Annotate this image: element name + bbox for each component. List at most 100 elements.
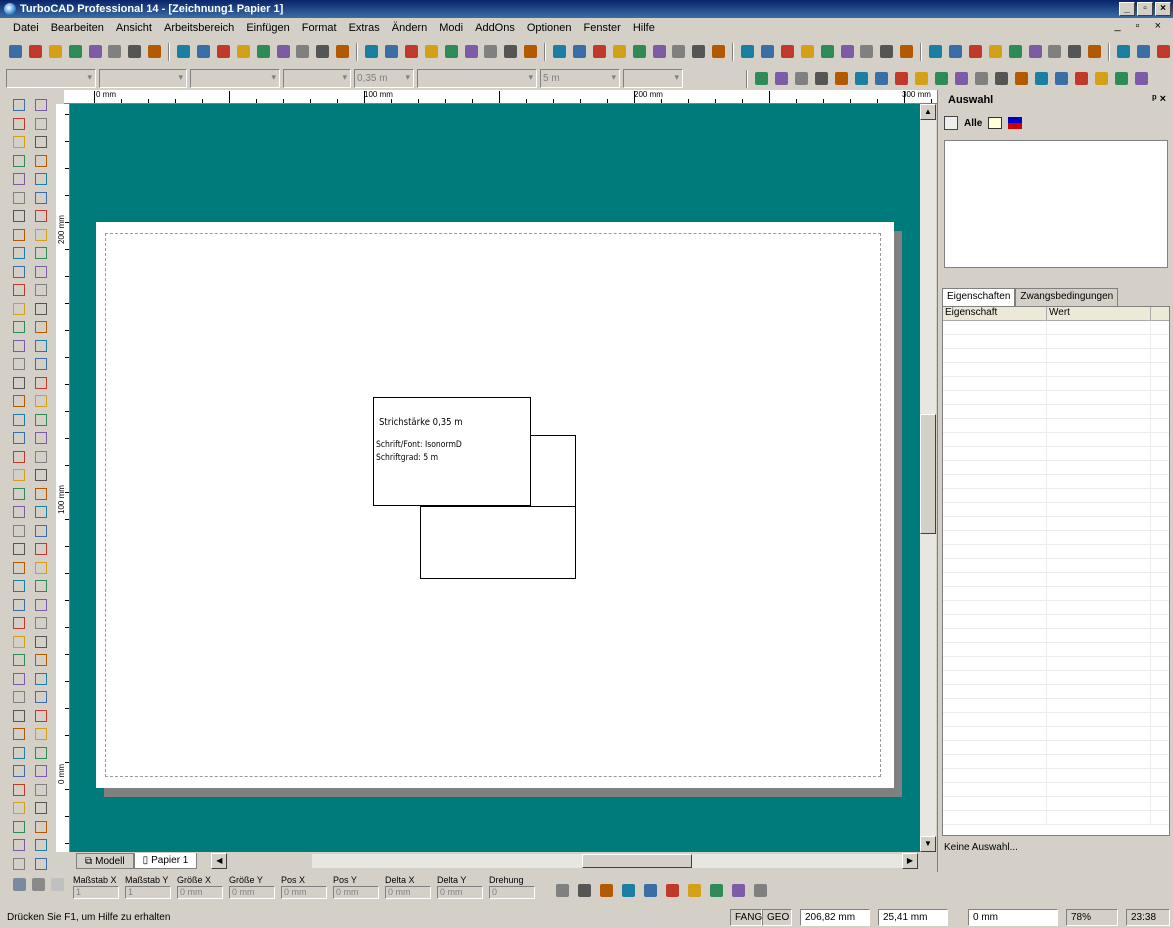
property-value-cell[interactable] bbox=[1047, 363, 1151, 376]
drawing-tool-icon[interactable] bbox=[32, 688, 50, 706]
property-row[interactable] bbox=[943, 559, 1169, 573]
property-value-cell[interactable] bbox=[1047, 419, 1151, 432]
drawing-tool-icon[interactable] bbox=[32, 855, 50, 873]
drawing-tool-icon[interactable] bbox=[32, 226, 50, 244]
menu-ansicht[interactable]: Ansicht bbox=[111, 22, 159, 34]
toolbar-tool-icon[interactable] bbox=[738, 42, 757, 61]
toolbar-tool-icon[interactable] bbox=[877, 42, 896, 61]
drawing-tool-icon[interactable] bbox=[32, 411, 50, 429]
menu-einfuegen[interactable]: Einfügen bbox=[241, 22, 296, 34]
property-value-cell[interactable] bbox=[1047, 531, 1151, 544]
toolbar-tool-icon[interactable] bbox=[105, 42, 124, 61]
cad-text-grad[interactable]: Schriftgrad: 5 m bbox=[376, 453, 438, 463]
tab-model[interactable]: ⧉ Modell bbox=[76, 853, 134, 869]
toolbar-tool-icon[interactable] bbox=[1046, 42, 1065, 61]
drawing-tool-icon[interactable] bbox=[10, 836, 28, 854]
toolbar-tool-icon[interactable] bbox=[66, 42, 85, 61]
drawing-tool-icon[interactable] bbox=[10, 411, 28, 429]
property-value-cell[interactable] bbox=[1047, 657, 1151, 670]
render-tool-icon[interactable] bbox=[972, 69, 991, 88]
drawing-tool-icon[interactable] bbox=[10, 244, 28, 262]
drawing-tool-icon[interactable] bbox=[32, 633, 50, 651]
inspector-tool-icon[interactable] bbox=[641, 881, 660, 900]
toolbar-tool-icon[interactable] bbox=[46, 42, 65, 61]
property-value-cell[interactable] bbox=[1047, 335, 1151, 348]
rectangle-lower[interactable] bbox=[420, 506, 576, 579]
property-row[interactable] bbox=[943, 377, 1169, 391]
col-value-header[interactable]: Wert bbox=[1047, 307, 1151, 320]
render-tool-icon[interactable] bbox=[832, 69, 851, 88]
font-combo[interactable] bbox=[417, 69, 537, 88]
inspector-tool-icon[interactable] bbox=[575, 881, 594, 900]
render-tool-icon[interactable] bbox=[792, 69, 811, 88]
field-delta-x-input[interactable]: 0 mm bbox=[385, 886, 431, 899]
toolbar-tool-icon[interactable] bbox=[86, 42, 105, 61]
property-row[interactable] bbox=[943, 489, 1169, 503]
toolbar-tool-icon[interactable] bbox=[422, 42, 441, 61]
property-value-cell[interactable] bbox=[1047, 391, 1151, 404]
property-value-cell[interactable] bbox=[1047, 685, 1151, 698]
select-filter-icon[interactable] bbox=[944, 116, 958, 130]
field-pos-x-input[interactable]: 0 mm bbox=[281, 886, 327, 899]
cad-text-strichstaerke[interactable]: Strichstärke 0,35 m bbox=[379, 417, 463, 428]
menu-hilfe[interactable]: Hilfe bbox=[628, 22, 662, 34]
toolbar-tool-icon[interactable] bbox=[670, 42, 689, 61]
mdi-window-controls[interactable]: _ ▫ × bbox=[1114, 20, 1167, 32]
render-tool-icon[interactable] bbox=[1012, 69, 1031, 88]
property-row[interactable] bbox=[943, 811, 1169, 825]
drawing-tool-icon[interactable] bbox=[32, 836, 50, 854]
toolbar-tool-icon[interactable] bbox=[382, 42, 401, 61]
drawing-tool-icon[interactable] bbox=[32, 448, 50, 466]
drawing-tool-icon[interactable] bbox=[32, 337, 50, 355]
property-row[interactable] bbox=[943, 699, 1169, 713]
menu-arbeitsbereich[interactable]: Arbeitsbereich bbox=[159, 22, 241, 34]
render-tool-icon[interactable] bbox=[1072, 69, 1091, 88]
select-group-icon[interactable] bbox=[988, 117, 1003, 129]
horizontal-scroll-thumb[interactable] bbox=[582, 854, 692, 868]
property-value-cell[interactable] bbox=[1047, 783, 1151, 796]
toolbar-tool-icon[interactable] bbox=[1006, 42, 1025, 61]
property-row[interactable] bbox=[943, 545, 1169, 559]
property-value-cell[interactable] bbox=[1047, 741, 1151, 754]
drawing-tool-icon[interactable] bbox=[10, 355, 28, 373]
layer-combo[interactable] bbox=[6, 69, 96, 88]
property-row[interactable] bbox=[943, 503, 1169, 517]
inspector-tool-icon[interactable] bbox=[729, 881, 748, 900]
toolbar-tool-icon[interactable] bbox=[838, 42, 857, 61]
property-value-cell[interactable] bbox=[1047, 601, 1151, 614]
render-tool-icon[interactable] bbox=[812, 69, 831, 88]
property-row[interactable] bbox=[943, 755, 1169, 769]
drawing-tool-icon[interactable] bbox=[32, 781, 50, 799]
inspector-tool-icon[interactable] bbox=[553, 881, 572, 900]
toolbar-tool-icon[interactable] bbox=[630, 42, 649, 61]
drawing-tool-icon[interactable] bbox=[32, 614, 50, 632]
toolbar-tool-icon[interactable] bbox=[402, 42, 421, 61]
toolbar-tool-icon[interactable] bbox=[590, 42, 609, 61]
drawing-tool-icon[interactable] bbox=[10, 392, 28, 410]
drawing-tool-icon[interactable] bbox=[10, 522, 28, 540]
menu-bearbeiten[interactable]: Bearbeiten bbox=[46, 22, 111, 34]
drawing-tool-icon[interactable] bbox=[10, 485, 28, 503]
toolbar-tool-icon[interactable] bbox=[1026, 42, 1045, 61]
inspector-cancel-icon[interactable] bbox=[29, 875, 48, 894]
property-row[interactable] bbox=[943, 727, 1169, 741]
render-tool-icon[interactable] bbox=[952, 69, 971, 88]
toolbar-tool-icon[interactable] bbox=[966, 42, 985, 61]
drawing-tool-icon[interactable] bbox=[32, 744, 50, 762]
property-value-cell[interactable] bbox=[1047, 629, 1151, 642]
drawing-tool-icon[interactable] bbox=[32, 115, 50, 133]
field-rotation-input[interactable]: 0 bbox=[489, 886, 535, 899]
inspector-tool-icon[interactable] bbox=[663, 881, 682, 900]
render-tool-icon[interactable] bbox=[932, 69, 951, 88]
property-row[interactable] bbox=[943, 601, 1169, 615]
turbocad-app-icon[interactable] bbox=[4, 3, 16, 15]
status-fang-button[interactable]: FANG bbox=[730, 909, 762, 926]
menu-modi[interactable]: Modi bbox=[434, 22, 470, 34]
drawing-tool-icon[interactable] bbox=[32, 466, 50, 484]
drawing-tool-icon[interactable] bbox=[32, 96, 50, 114]
property-row[interactable] bbox=[943, 335, 1169, 349]
tab-zwangsbedingungen[interactable]: Zwangsbedingungen bbox=[1015, 288, 1119, 306]
toolbar-tool-icon[interactable] bbox=[214, 42, 233, 61]
drawing-tool-icon[interactable] bbox=[10, 651, 28, 669]
render-tool-icon[interactable] bbox=[1092, 69, 1111, 88]
